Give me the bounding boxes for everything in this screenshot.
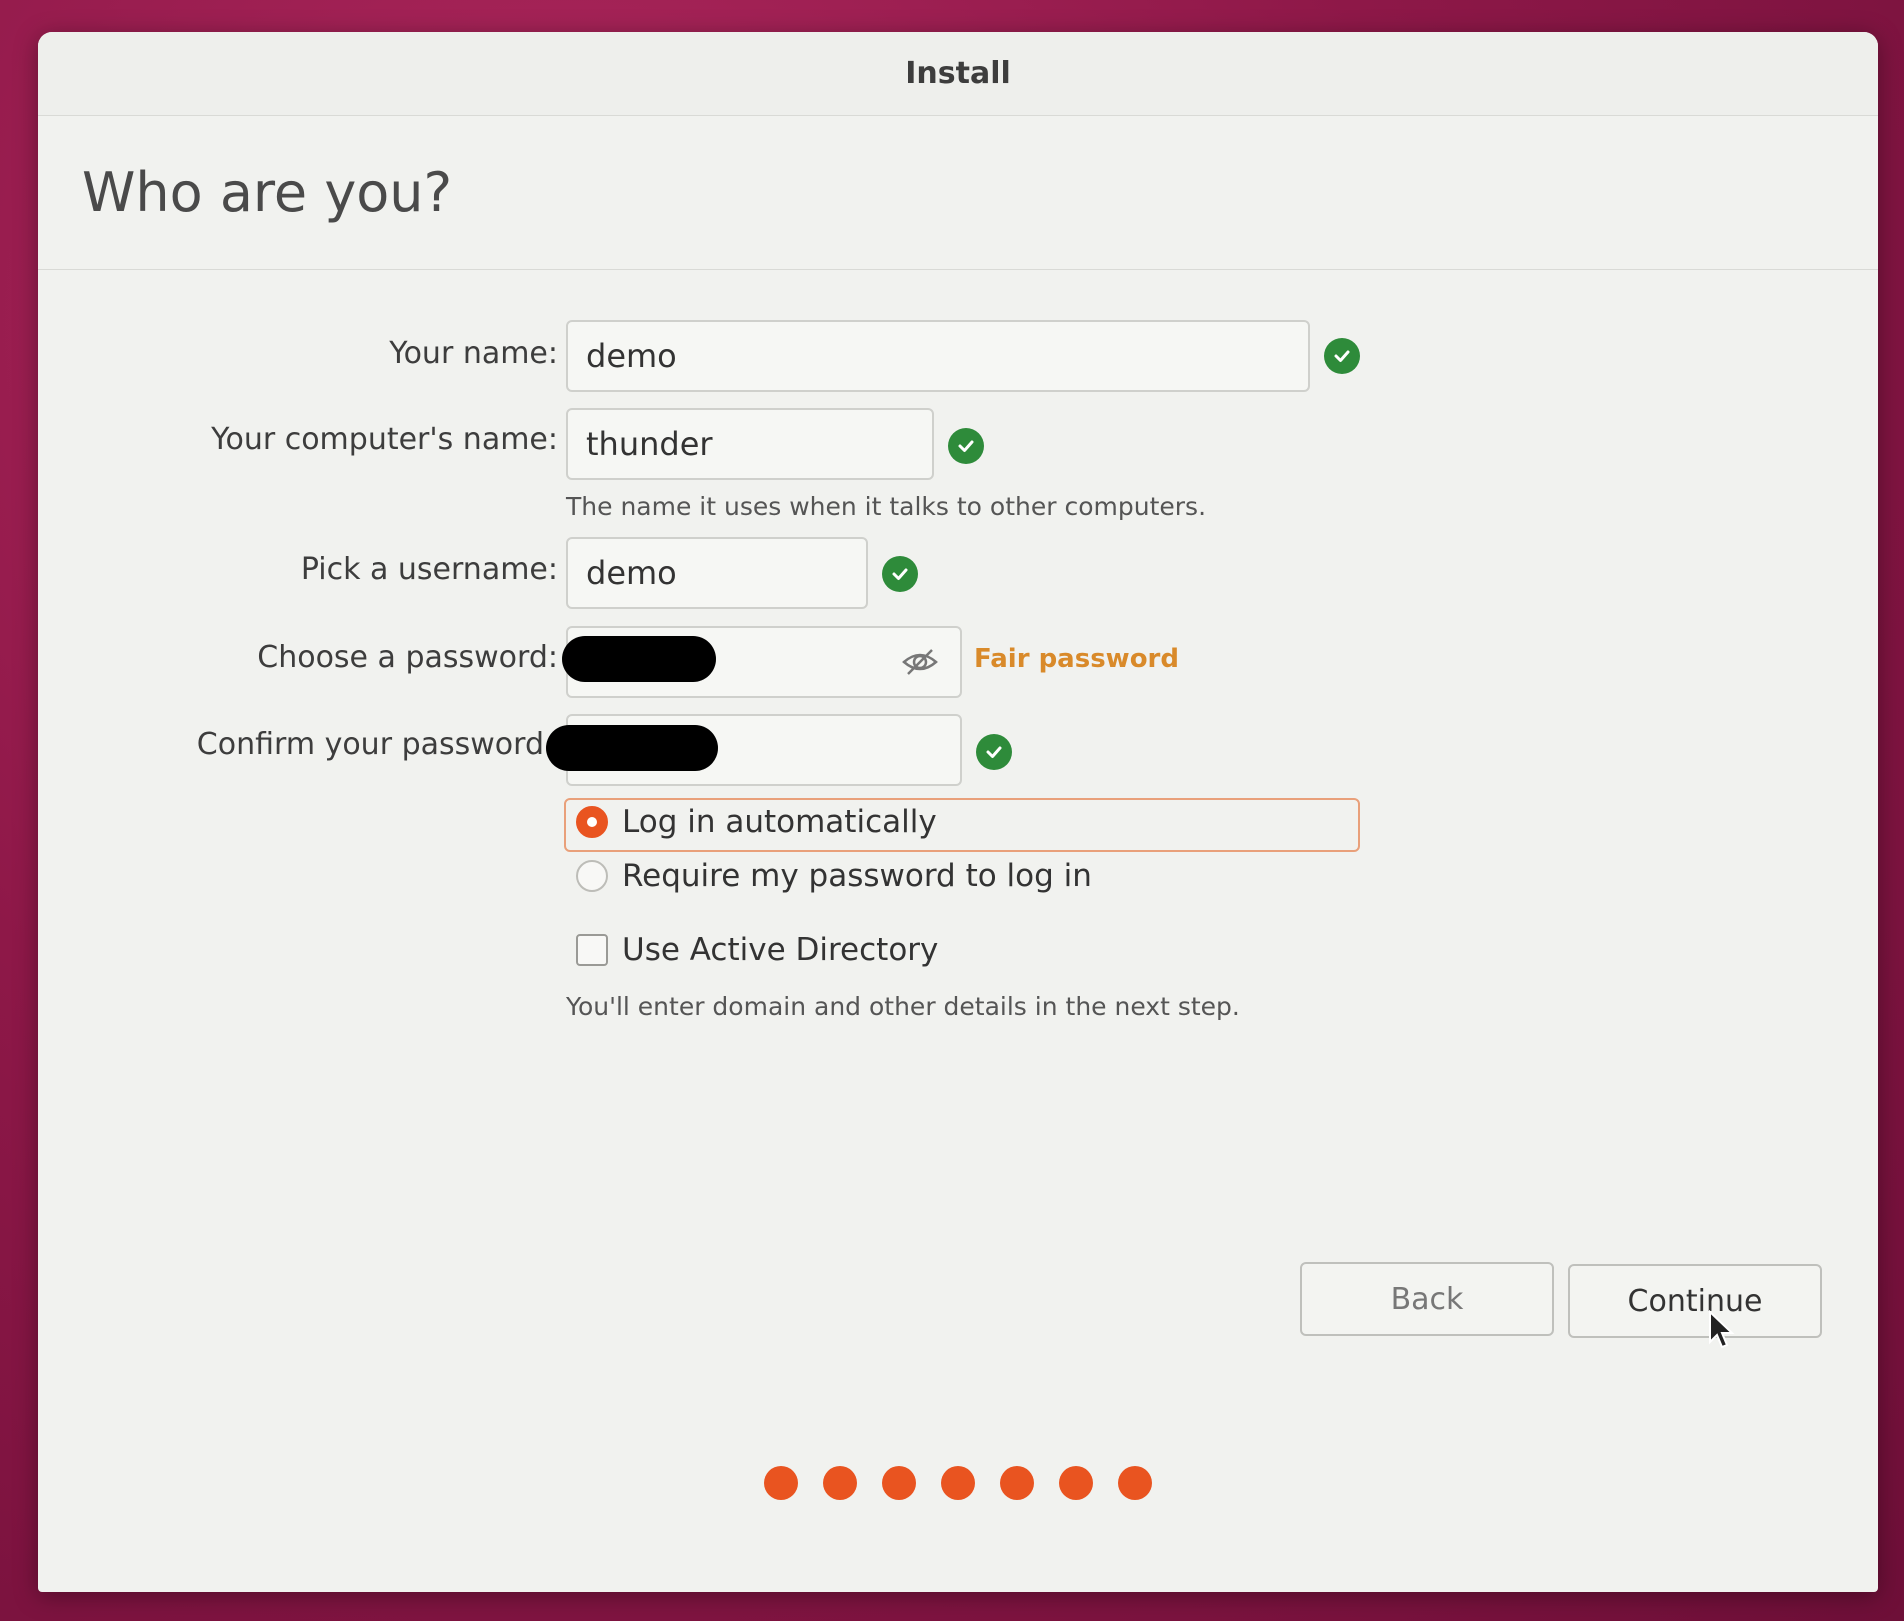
username-label: Pick a username: [300, 552, 558, 587]
confirm-password-label: Confirm your password [196, 727, 544, 762]
redaction-mark [562, 636, 716, 682]
login-auto-option[interactable]: Log in automatically [576, 804, 937, 840]
login-auto-radio[interactable] [576, 806, 608, 838]
computer-name-label: Your computer's name: [211, 422, 558, 457]
progress-dot [1118, 1466, 1152, 1500]
check-circle-icon [882, 556, 918, 592]
check-circle-icon [1324, 338, 1360, 374]
continue-button[interactable]: Continue [1568, 1264, 1822, 1338]
name-label: Your name: [389, 336, 558, 371]
progress-dot [764, 1466, 798, 1500]
installer-window: Install Who are you? Your name: demo You… [38, 32, 1878, 1592]
progress-dot [882, 1466, 916, 1500]
username-value: demo [586, 554, 677, 592]
computer-name-field[interactable]: thunder [566, 408, 934, 480]
login-auto-label: Log in automatically [622, 804, 937, 840]
back-button[interactable]: Back [1300, 1262, 1554, 1336]
login-require-option[interactable]: Require my password to log in [576, 858, 1092, 894]
check-circle-icon [976, 734, 1012, 770]
computer-name-hint: The name it uses when it talks to other … [566, 492, 1207, 521]
mouse-pointer-icon [1708, 1309, 1736, 1350]
active-directory-hint: You'll enter domain and other details in… [566, 992, 1240, 1021]
check-circle-icon [948, 428, 984, 464]
password-strength: Fair password [974, 644, 1179, 674]
password-label: Choose a password: [257, 640, 558, 675]
name-field-value: demo [586, 337, 677, 375]
username-field[interactable]: demo [566, 537, 868, 609]
progress-dot [941, 1466, 975, 1500]
progress-dot [823, 1466, 857, 1500]
login-require-label: Require my password to log in [622, 858, 1092, 894]
progress-dot [1059, 1466, 1093, 1500]
redaction-mark [546, 725, 718, 771]
active-directory-checkbox[interactable] [576, 934, 608, 966]
computer-name-value: thunder [586, 425, 713, 463]
eye-slash-icon[interactable] [900, 642, 940, 682]
active-directory-option[interactable]: Use Active Directory [576, 932, 938, 968]
progress-dot [1000, 1466, 1034, 1500]
user-form: Your name: demo Your computer's name: th… [38, 32, 1878, 1592]
login-require-radio[interactable] [576, 860, 608, 892]
active-directory-label: Use Active Directory [622, 932, 939, 968]
name-field[interactable]: demo [566, 320, 1310, 392]
progress-indicator [38, 1466, 1878, 1500]
